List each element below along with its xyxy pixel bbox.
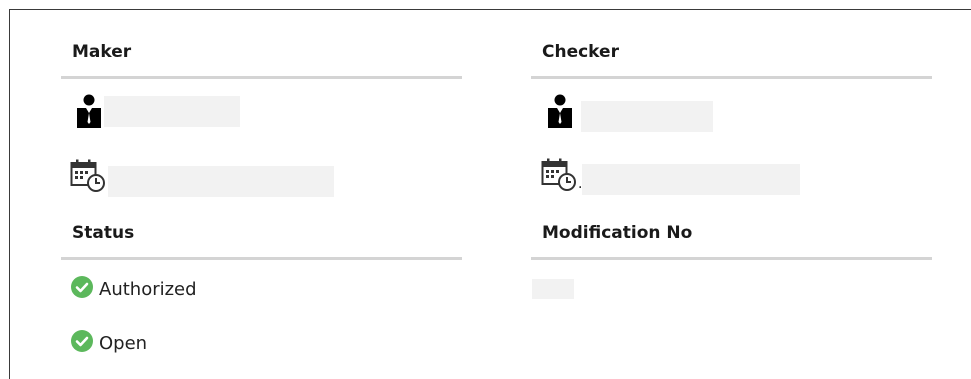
calendar-clock-icon	[541, 158, 577, 196]
status-item-label: Open	[99, 332, 148, 354]
maker-section: Maker	[61, 38, 462, 79]
user-icon	[76, 94, 102, 132]
modification-title: Modification No	[542, 223, 693, 243]
user-icon	[547, 94, 573, 132]
status-section: Status	[61, 219, 462, 260]
check-circle-icon	[71, 276, 93, 302]
checker-section: Checker	[531, 38, 932, 79]
checker-title: Checker	[542, 42, 619, 62]
maker-divider	[61, 76, 462, 79]
modification-number-value	[532, 279, 574, 299]
status-item-authorized: Authorized	[71, 276, 197, 302]
maker-date-value	[108, 166, 334, 197]
maker-date-row	[70, 158, 334, 197]
checker-date-row: .	[541, 158, 801, 196]
check-circle-icon	[71, 330, 93, 356]
checker-user-value	[581, 100, 713, 132]
status-title: Status	[72, 223, 135, 243]
status-divider	[61, 257, 462, 260]
calendar-clock-icon	[70, 159, 106, 197]
modification-section: Modification No	[531, 219, 932, 260]
maker-user-row	[76, 94, 240, 132]
status-item-label: Authorized	[99, 278, 197, 300]
checker-user-row	[547, 94, 713, 132]
checker-date-value	[582, 163, 801, 195]
status-item-open: Open	[71, 330, 147, 356]
checker-divider	[531, 76, 932, 79]
maker-user-value	[104, 96, 240, 127]
modification-divider	[531, 257, 932, 260]
maker-title: Maker	[72, 42, 132, 62]
